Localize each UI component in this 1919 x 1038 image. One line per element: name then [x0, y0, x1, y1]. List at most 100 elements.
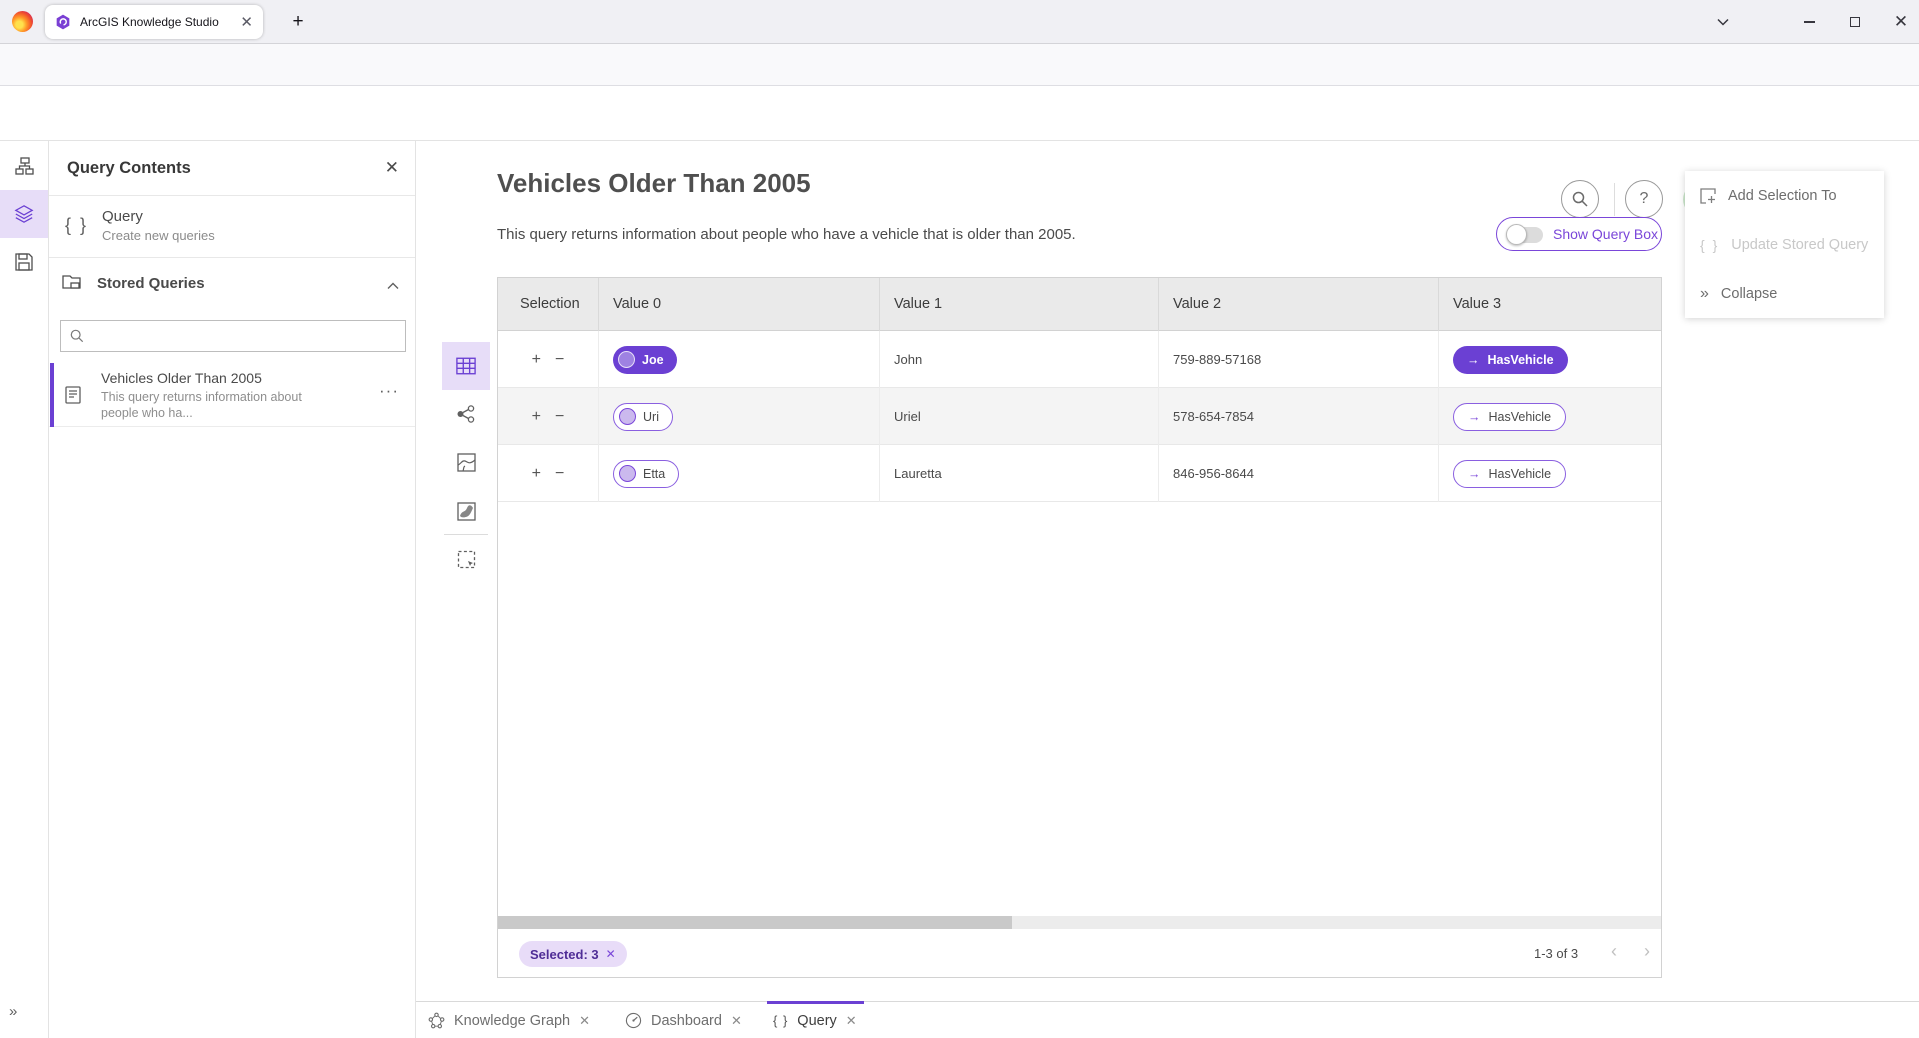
browser-tab-strip: ArcGIS Knowledge Studio ✕ + ✕ — [0, 0, 1919, 44]
selected-count-chip[interactable]: Selected: 3 ✕ — [519, 941, 627, 967]
new-tab-button[interactable]: + — [284, 8, 312, 36]
firefox-icon[interactable] — [12, 11, 33, 32]
tab-knowledge-graph[interactable]: Knowledge Graph ✕ — [428, 1002, 590, 1038]
entity-cell: Joe — [598, 331, 879, 388]
selected-count-label: Selected: 3 — [530, 947, 599, 962]
stored-query-item[interactable]: Vehicles Older Than 2005 This query retu… — [49, 363, 415, 427]
braces-icon: { } — [65, 215, 88, 236]
table-view-icon[interactable] — [442, 342, 490, 390]
gauge-icon — [625, 1012, 642, 1029]
project-explorer-icon[interactable] — [0, 142, 48, 190]
name-cell: John — [879, 331, 1158, 388]
select-plus-button[interactable]: + — [532, 465, 541, 483]
tab-close-icon[interactable]: ✕ — [240, 13, 253, 31]
horizontal-scrollbar[interactable] — [498, 916, 1661, 929]
menu-item-label: Collapse — [1721, 286, 1777, 302]
bottom-tab-bar: Knowledge Graph ✕ Dashboard ✕ { } Query … — [416, 1001, 1919, 1038]
menu-item-label: Update Stored Query — [1731, 237, 1868, 253]
selection-tools-icon[interactable] — [442, 535, 490, 583]
screen: ArcGIS Knowledge Studio ✕ + ✕ ← → https:… — [0, 0, 1919, 1038]
page-description: This query returns information about peo… — [497, 226, 1076, 243]
table-row[interactable]: + − Uri Uriel 578-654-7854 →HasVehicle — [498, 388, 1661, 445]
stored-queries-header[interactable]: Stored Queries — [49, 258, 415, 308]
column-header-value1[interactable]: Value 1 — [879, 278, 1158, 331]
relationship-pill[interactable]: →HasVehicle — [1453, 460, 1566, 488]
entity-cell: Uri — [598, 388, 879, 445]
chevron-up-icon[interactable] — [387, 277, 399, 295]
browser-toolbar: ← → https://dev0028833.esri.com/portal/a… — [0, 44, 1919, 86]
app-header: Certification Project ? PL publisher2 la… — [0, 86, 1919, 141]
panel-close-icon[interactable]: ✕ — [385, 158, 399, 178]
stored-query-title: Vehicles Older Than 2005 — [101, 370, 262, 386]
stored-queries-search-input[interactable] — [60, 320, 406, 352]
deselect-minus-button[interactable]: − — [555, 465, 564, 483]
entity-dot-icon — [618, 351, 635, 368]
previous-page-icon[interactable]: ‹ — [1611, 941, 1617, 962]
network-icon — [428, 1012, 445, 1029]
panel-title: Query Contents — [67, 159, 191, 178]
arrow-right-icon: → — [1467, 353, 1480, 367]
deselect-minus-button[interactable]: − — [555, 351, 564, 369]
link-chart-icon[interactable] — [442, 390, 490, 438]
window-close-button[interactable]: ✕ — [1878, 0, 1919, 44]
tab-query[interactable]: { } Query ✕ — [773, 1002, 857, 1038]
entity-pill[interactable]: Etta — [613, 460, 679, 488]
browser-tab[interactable]: ArcGIS Knowledge Studio ✕ — [45, 5, 263, 39]
new-map-icon[interactable] — [442, 487, 490, 535]
select-plus-button[interactable]: + — [532, 408, 541, 426]
scrollbar-thumb[interactable] — [498, 916, 1012, 929]
menu-item-update-stored-query[interactable]: { } Update Stored Query — [1685, 220, 1884, 269]
map-view-icon[interactable] — [442, 438, 490, 486]
query-contents-panel: Query Contents ✕ { } Query Create new qu… — [49, 141, 416, 1038]
name-cell: Uriel — [879, 388, 1158, 445]
column-header-value2[interactable]: Value 2 — [1158, 278, 1438, 331]
column-header-value0[interactable]: Value 0 — [598, 278, 879, 331]
tab-close-icon[interactable]: ✕ — [846, 1013, 857, 1029]
help-button[interactable]: ? — [1625, 180, 1663, 218]
tab-close-icon[interactable]: ✕ — [731, 1013, 742, 1029]
tab-close-icon[interactable]: ✕ — [579, 1013, 590, 1029]
query-item-title: Query — [102, 208, 143, 225]
selected-indicator-bar — [50, 363, 54, 427]
search-button[interactable] — [1561, 180, 1599, 218]
arcgis-favicon-icon — [55, 14, 71, 30]
save-icon[interactable] — [0, 238, 48, 286]
selection-cell: + − — [498, 445, 598, 502]
next-page-icon[interactable]: › — [1644, 941, 1650, 962]
menu-item-collapse[interactable]: » Collapse — [1685, 269, 1884, 318]
list-tabs-icon[interactable] — [1700, 0, 1746, 44]
table-row[interactable]: + − Joe John 759-889-57168 →HasVehicle — [498, 331, 1661, 388]
relationship-pill[interactable]: →HasVehicle — [1453, 403, 1566, 431]
window-minimize-button[interactable] — [1786, 0, 1832, 44]
entity-pill[interactable]: Uri — [613, 403, 673, 431]
phone-cell: 578-654-7854 — [1158, 388, 1438, 445]
window-maximize-button[interactable] — [1832, 0, 1878, 44]
phone-cell: 759-889-57168 — [1158, 331, 1438, 388]
column-header-selection[interactable]: Selection — [498, 278, 598, 331]
tab-label: Dashboard — [651, 1013, 722, 1029]
show-query-box-toggle[interactable]: Show Query Box — [1496, 217, 1662, 251]
relationship-pill[interactable]: →HasVehicle — [1453, 346, 1568, 374]
query-results-table: Selection Value 0 Value 1 Value 2 Value … — [497, 277, 1662, 978]
arrow-right-icon: → — [1468, 467, 1481, 481]
clear-selection-icon[interactable]: ✕ — [606, 947, 616, 961]
selection-context-menu: Add Selection To { } Update Stored Query… — [1685, 171, 1884, 318]
entity-pill[interactable]: Joe — [613, 346, 677, 374]
table-row[interactable]: + − Etta Lauretta 846-956-8644 →HasVehic… — [498, 445, 1661, 502]
stored-query-doc-icon — [64, 386, 82, 409]
folder-icon — [62, 272, 84, 297]
menu-item-label: Add Selection To — [1728, 188, 1837, 204]
query-create-item[interactable]: { } Query Create new queries — [49, 196, 415, 258]
box-plus-icon — [1700, 188, 1716, 204]
expand-rail-icon[interactable]: » — [9, 1003, 18, 1020]
select-plus-button[interactable]: + — [532, 351, 541, 369]
braces-icon: { } — [1700, 237, 1719, 253]
tab-dashboard[interactable]: Dashboard ✕ — [625, 1002, 742, 1038]
table-header-row: Selection Value 0 Value 1 Value 2 Value … — [498, 278, 1661, 331]
column-header-value3[interactable]: Value 3 — [1438, 278, 1661, 331]
menu-item-add-selection-to[interactable]: Add Selection To — [1685, 171, 1884, 220]
toggle-label: Show Query Box — [1553, 218, 1658, 250]
deselect-minus-button[interactable]: − — [555, 408, 564, 426]
item-options-icon[interactable]: ··· — [379, 381, 399, 401]
contents-layers-icon[interactable] — [0, 190, 48, 238]
